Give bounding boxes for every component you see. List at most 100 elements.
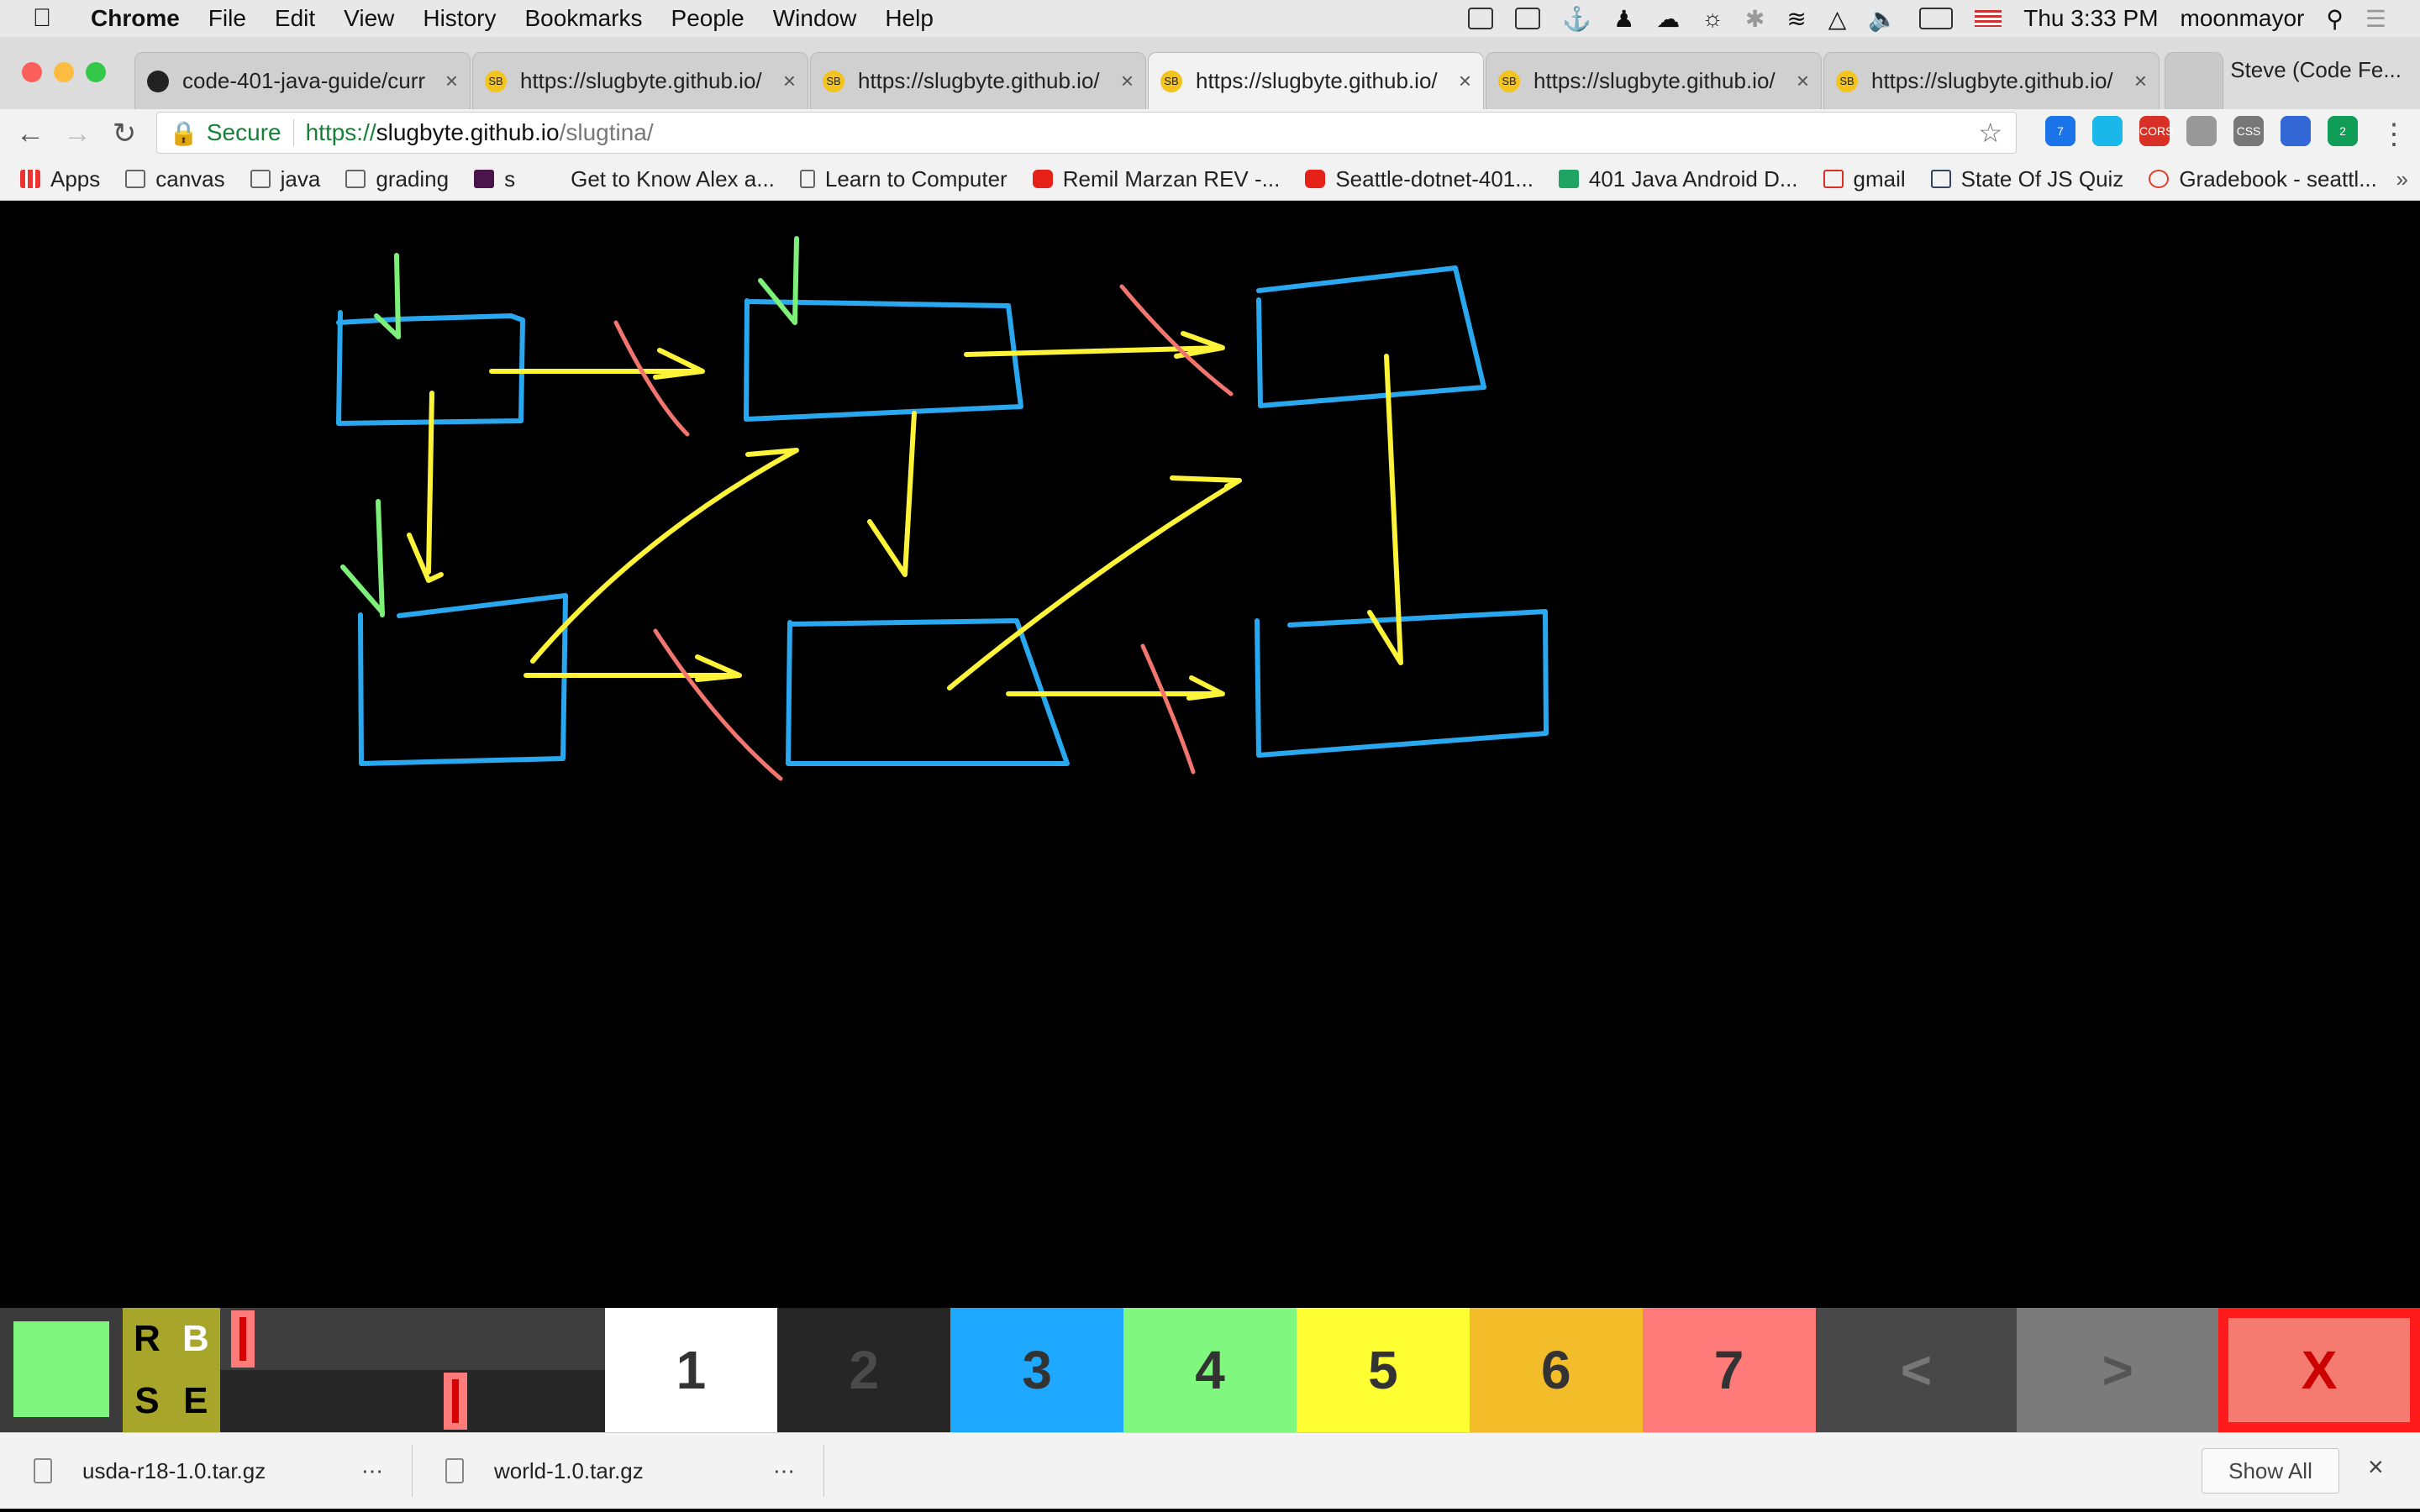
bookmark-grading[interactable]: grading [345, 166, 449, 192]
menu-history[interactable]: History [423, 5, 496, 32]
window-minimize-button[interactable] [54, 62, 74, 82]
wifi-icon[interactable]: ≋ [1786, 5, 1806, 33]
menu-bookmarks[interactable]: Bookmarks [524, 5, 642, 32]
menu-window[interactable]: Window [773, 5, 857, 32]
apple-icon[interactable]:  [17, 4, 67, 33]
extension-cors-icon[interactable]: CORS [2139, 116, 2173, 146]
download-item[interactable]: world-1.0.tar.gz ⋯ [445, 1433, 798, 1509]
status-icon-n[interactable] [1468, 8, 1494, 29]
color-button-3[interactable]: 3 [950, 1308, 1124, 1432]
color-button-4[interactable]: 4 [1123, 1308, 1297, 1432]
color-button-6[interactable]: 6 [1469, 1308, 1643, 1432]
slider-track-bottom[interactable] [219, 1370, 605, 1432]
bookmark-learn-to-computer[interactable]: Learn to Computer [799, 166, 1007, 192]
tab-close-icon[interactable]: × [2134, 68, 2147, 94]
tab-close-icon[interactable]: × [445, 68, 458, 94]
tab-close-icon[interactable]: × [1459, 68, 1471, 94]
bookmark-state-of-js[interactable]: State Of JS Quiz [1930, 166, 2123, 192]
chrome-menu-icon[interactable]: ⋮ [2380, 118, 2408, 151]
tab-close-icon[interactable]: × [1121, 68, 1134, 94]
tab-slugbyte-1[interactable]: SB https://slugbyte.github.io/ × [472, 52, 808, 109]
airplay-icon[interactable]: △ [1828, 5, 1847, 33]
brightness-icon[interactable]: ☼ [1702, 5, 1723, 32]
flag-icon[interactable] [1975, 10, 2002, 27]
menu-help[interactable]: Help [885, 5, 934, 32]
close-icon[interactable]: × [2368, 1452, 2384, 1483]
spotlight-search-icon[interactable]: ⚲ [2326, 5, 2344, 33]
bookmarks-overflow-icon[interactable]: » [2396, 166, 2408, 192]
color-button-2[interactable]: 2 [777, 1308, 951, 1432]
weather-icon[interactable]: ☁ [1656, 5, 1680, 33]
next-button[interactable]: > [2017, 1308, 2219, 1432]
extension-badge-2-icon[interactable]: 2 [2328, 116, 2358, 146]
evernote-icon[interactable]: ♟ [1613, 5, 1634, 33]
battery-icon[interactable] [1919, 8, 1954, 29]
more-options-icon[interactable]: ⋯ [773, 1458, 795, 1484]
bookmark-star-icon[interactable]: ☆ [1978, 117, 2002, 149]
tab-close-icon[interactable]: × [1797, 68, 1809, 94]
mode-s-button[interactable]: S [123, 1370, 171, 1432]
slider-thumb-top[interactable] [230, 1310, 255, 1368]
bookmark-seattle-dotnet[interactable]: Seattle-dotnet-401... [1305, 166, 1534, 192]
forward-arrow-icon[interactable]: → [54, 118, 101, 150]
drawing-canvas[interactable] [0, 201, 2420, 1308]
download-divider [412, 1445, 413, 1497]
mode-e-button[interactable]: E [171, 1370, 220, 1432]
tab-slugbyte-4[interactable]: SB https://slugbyte.github.io/ × [1486, 52, 1822, 109]
volume-icon[interactable]: 🔈 [1868, 5, 1897, 33]
tab-slugbyte-active[interactable]: SB https://slugbyte.github.io/ × [1148, 52, 1484, 109]
status-icon-window[interactable] [1515, 8, 1541, 29]
new-tab-button[interactable] [2165, 52, 2223, 109]
window-close-button[interactable] [22, 62, 42, 82]
slider-thumb-bottom[interactable] [444, 1373, 468, 1430]
menu-people[interactable]: People [671, 5, 744, 32]
reload-icon[interactable]: ↻ [101, 117, 148, 150]
docker-icon[interactable]: ⚓ [1562, 5, 1591, 33]
color-button-5[interactable]: 5 [1296, 1308, 1470, 1432]
mode-r-button[interactable]: R [123, 1308, 171, 1370]
clear-label: X [2228, 1318, 2411, 1422]
bookmark-canvas[interactable]: canvas [125, 166, 225, 192]
color-button-1[interactable]: 1 [604, 1308, 778, 1432]
user-name[interactable]: moonmayor [2181, 5, 2305, 32]
bluetooth-icon[interactable]: ✱ [1745, 5, 1765, 33]
mode-b-button[interactable]: B [171, 1308, 220, 1370]
bookmark-gradebook[interactable]: Gradebook - seattl... [2149, 166, 2377, 192]
bookmark-get-to-know-alex[interactable]: Get to Know Alex a... [540, 166, 775, 192]
bookmark-s[interactable]: s [474, 166, 515, 192]
menu-edit[interactable]: Edit [275, 5, 315, 32]
bookmark-java[interactable]: java [250, 166, 320, 192]
clock[interactable]: Thu 3:33 PM [2023, 5, 2158, 32]
tab-slugbyte-2[interactable]: SB https://slugbyte.github.io/ × [810, 52, 1146, 109]
slider-track-top[interactable] [219, 1308, 605, 1370]
profile-name[interactable]: Steve (Code Fe... [2230, 57, 2402, 83]
menu-file[interactable]: File [208, 5, 246, 32]
prev-button[interactable]: < [1815, 1308, 2018, 1432]
bookmark-gmail[interactable]: gmail [1823, 166, 1906, 192]
extension-device-icon[interactable] [2281, 116, 2311, 146]
window-zoom-button[interactable] [86, 62, 106, 82]
tumblr-icon [1930, 170, 1951, 188]
bookmark-401-java-android[interactable]: 401 Java Android D... [1558, 166, 1798, 192]
tab-close-icon[interactable]: × [783, 68, 796, 94]
download-item[interactable]: usda-r18-1.0.tar.gz ⋯ [34, 1433, 387, 1509]
address-bar[interactable]: 🔒 Secure https:// slugbyte.github.io /sl… [156, 112, 2017, 154]
app-menu-chrome[interactable]: Chrome [91, 5, 180, 32]
notification-center-icon[interactable]: ☰ [2365, 5, 2386, 33]
color-button-7[interactable]: 7 [1642, 1308, 1816, 1432]
bookmark-remil-marzan[interactable]: Remil Marzan REV -... [1032, 166, 1280, 192]
cross-d-e [653, 628, 783, 781]
extension-css-icon[interactable]: CSS [2233, 116, 2264, 146]
tab-slugbyte-5[interactable]: SB https://slugbyte.github.io/ × [1823, 52, 2160, 109]
show-all-button[interactable]: Show All [2202, 1448, 2339, 1494]
tab-github[interactable]: code-401-java-guide/curr × [134, 52, 471, 109]
extension-react-icon[interactable] [2186, 116, 2217, 146]
extension-badge-7-icon[interactable]: 7 [2045, 116, 2075, 146]
extension-vimeo-icon[interactable] [2092, 116, 2123, 146]
bookmark-apps[interactable]: Apps [20, 166, 100, 192]
clear-button[interactable]: X [2218, 1308, 2420, 1432]
bookmark-label: Get to Know Alex a... [571, 165, 775, 192]
more-options-icon[interactable]: ⋯ [361, 1458, 383, 1484]
back-arrow-icon[interactable]: ← [7, 118, 54, 150]
menu-view[interactable]: View [344, 5, 394, 32]
